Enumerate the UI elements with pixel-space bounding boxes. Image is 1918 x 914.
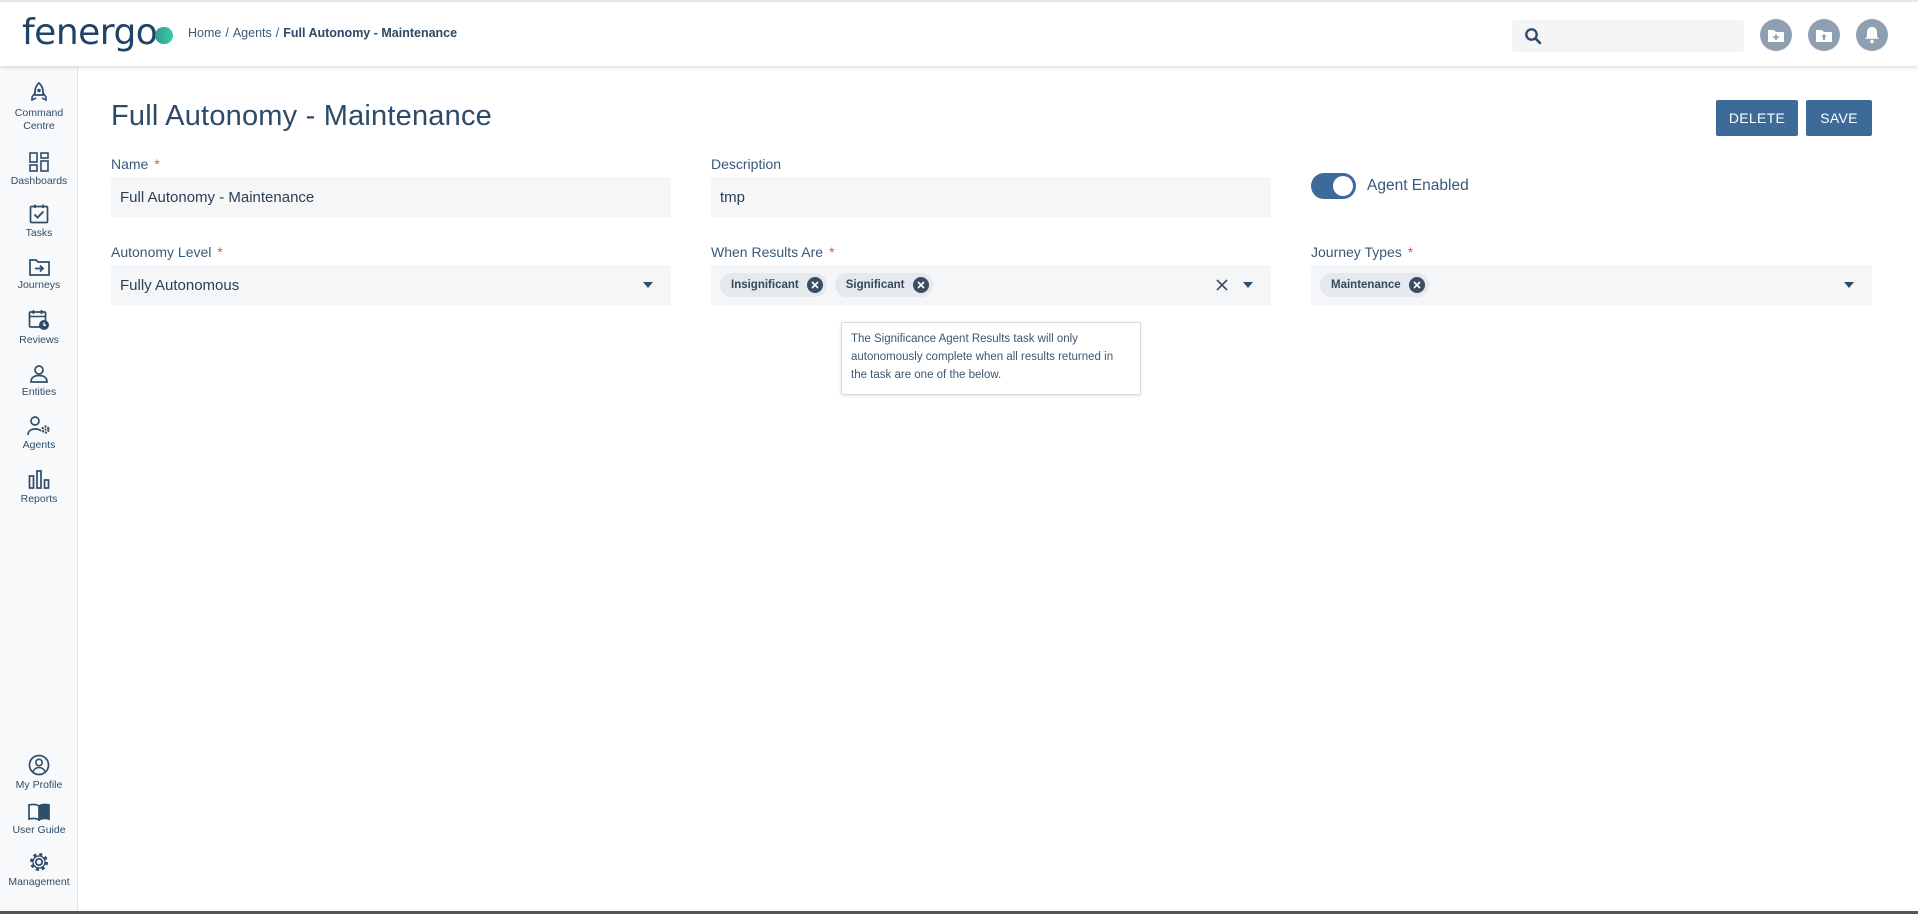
autonomy-level-label: Autonomy Level * [111, 244, 223, 260]
delete-button[interactable]: DELETE [1716, 100, 1798, 136]
journey-types-select[interactable]: Maintenance [1311, 265, 1872, 305]
rocket-icon [31, 82, 47, 102]
sidebar-item-label: Entities [21, 386, 57, 398]
breadcrumb-agents[interactable]: Agents [233, 26, 272, 40]
new-folder-icon [1768, 30, 1784, 42]
sidebar-item-my-profile[interactable]: My Profile [0, 754, 78, 792]
sidebar-item-entities[interactable]: Entities [0, 365, 78, 399]
top-bar: fenergo Home / Agents / Full Autonomy - … [0, 0, 1918, 66]
when-results-are-select[interactable]: Insignificant Significant [711, 265, 1271, 305]
logo-pill-icon [155, 26, 174, 44]
sidebar-item-user-guide[interactable]: User Guide [0, 803, 78, 837]
chip-remove-icon[interactable] [1408, 277, 1425, 293]
tooltip-text: The Significance Agent Results task will… [851, 333, 1114, 381]
journey-types-label: Journey Types * [1311, 244, 1413, 260]
calendar-clock-icon [28, 310, 49, 330]
sidebar-item-label: Reviews [19, 334, 59, 346]
breadcrumb-separator: / [225, 26, 229, 40]
chip-label: Significant [845, 279, 905, 291]
bar-chart-icon [28, 470, 50, 489]
agent-gear-icon [27, 416, 50, 436]
journey-types-label-text: Journey Types [1311, 244, 1402, 260]
result-chip-significant: Significant [834, 273, 933, 297]
chip-label: Maintenance [1331, 279, 1401, 291]
task-check-icon [29, 204, 49, 224]
fenergo-logo[interactable]: fenergo [22, 10, 174, 54]
chip-remove-icon[interactable] [806, 277, 823, 293]
results-tooltip: The Significance Agent Results task will… [841, 322, 1141, 395]
bell-icon [1865, 27, 1879, 44]
logo-text: fenergo [22, 11, 158, 53]
description-field[interactable]: tmp [711, 177, 1271, 217]
when-results-are-label: When Results Are * [711, 244, 835, 260]
required-marker: * [1407, 244, 1414, 260]
chevron-down-icon [1243, 282, 1253, 288]
required-marker: * [217, 244, 223, 260]
sidebar-item-label: Tasks [25, 227, 53, 239]
required-marker: * [154, 156, 160, 172]
book-icon [28, 803, 50, 821]
breadcrumb-home[interactable]: Home [188, 26, 221, 40]
description-label: Description [711, 156, 781, 172]
sidebar-item-management[interactable]: Management [0, 851, 78, 889]
sidebar-item-label: Journeys [17, 279, 61, 291]
chevron-down-icon [1844, 282, 1854, 288]
name-field-value: Full Autonomy - Maintenance [120, 188, 315, 206]
autonomy-level-value: Fully Autonomous [120, 276, 240, 294]
sidebar-item-label: Command Centre [14, 107, 64, 132]
sidebar-item-journeys[interactable]: Journeys [0, 258, 78, 292]
agent-enabled-toggle[interactable] [1311, 173, 1356, 199]
save-button[interactable]: SAVE [1806, 100, 1872, 136]
breadcrumb-current: Full Autonomy - Maintenance [283, 26, 458, 40]
sidebar-item-reports[interactable]: Reports [0, 470, 78, 506]
dashboard-icon [29, 152, 49, 172]
new-folder-button[interactable] [1760, 19, 1792, 51]
sidebar-item-label: Reports [20, 493, 58, 505]
description-field-value: tmp [720, 188, 746, 206]
sidebar-item-tasks[interactable]: Tasks [0, 204, 78, 240]
when-results-are-label-text: When Results Are [711, 244, 824, 260]
sidebar-item-label: Agents [22, 439, 56, 451]
sidebar-item-dashboards[interactable]: Dashboards [0, 152, 78, 188]
toggle-knob [1333, 176, 1353, 196]
chip-label: Insignificant [731, 279, 799, 291]
notifications-button[interactable] [1856, 19, 1888, 51]
breadcrumb-separator: / [275, 26, 280, 40]
journey-chip-maintenance: Maintenance [1320, 273, 1429, 297]
sidebar-item-agents[interactable]: Agents [0, 416, 78, 452]
search-input[interactable] [1512, 20, 1744, 52]
chevron-down-icon [643, 282, 653, 288]
required-marker: * [829, 244, 835, 260]
search-icon [1524, 27, 1542, 50]
name-label-text: Name [111, 156, 149, 172]
upload-folder-icon [1816, 30, 1832, 42]
sidebar-item-reviews[interactable]: Reviews [0, 309, 78, 347]
sidebar-item-label: Management [8, 876, 70, 888]
journey-icon [28, 259, 50, 276]
page-title: Full Autonomy - Maintenance [111, 100, 492, 132]
description-label-text: Description [711, 156, 782, 172]
gear-icon [30, 853, 48, 871]
name-label: Name * [111, 156, 160, 172]
sidebar: Command Centre Dashboards Tasks Journeys… [0, 66, 78, 914]
clear-all-icon[interactable] [1216, 279, 1228, 291]
sidebar-item-label: My Profile [15, 779, 63, 791]
sidebar-item-label: Dashboards [10, 175, 68, 187]
profile-icon [28, 754, 50, 776]
person-icon [30, 365, 48, 383]
upload-folder-button[interactable] [1808, 19, 1840, 51]
autonomy-level-label-text: Autonomy Level [111, 244, 212, 260]
result-chip-insignificant: Insignificant [720, 273, 827, 297]
name-field[interactable]: Full Autonomy - Maintenance [111, 177, 671, 217]
breadcrumb: Home / Agents / Full Autonomy - Maintena… [188, 26, 457, 40]
sidebar-item-label: User Guide [12, 824, 66, 836]
autonomy-level-select[interactable]: Fully Autonomous [111, 265, 671, 305]
agent-enabled-label: Agent Enabled [1367, 177, 1469, 194]
chip-remove-icon[interactable] [912, 277, 929, 293]
sidebar-item-command-centre[interactable]: Command Centre [0, 82, 78, 133]
